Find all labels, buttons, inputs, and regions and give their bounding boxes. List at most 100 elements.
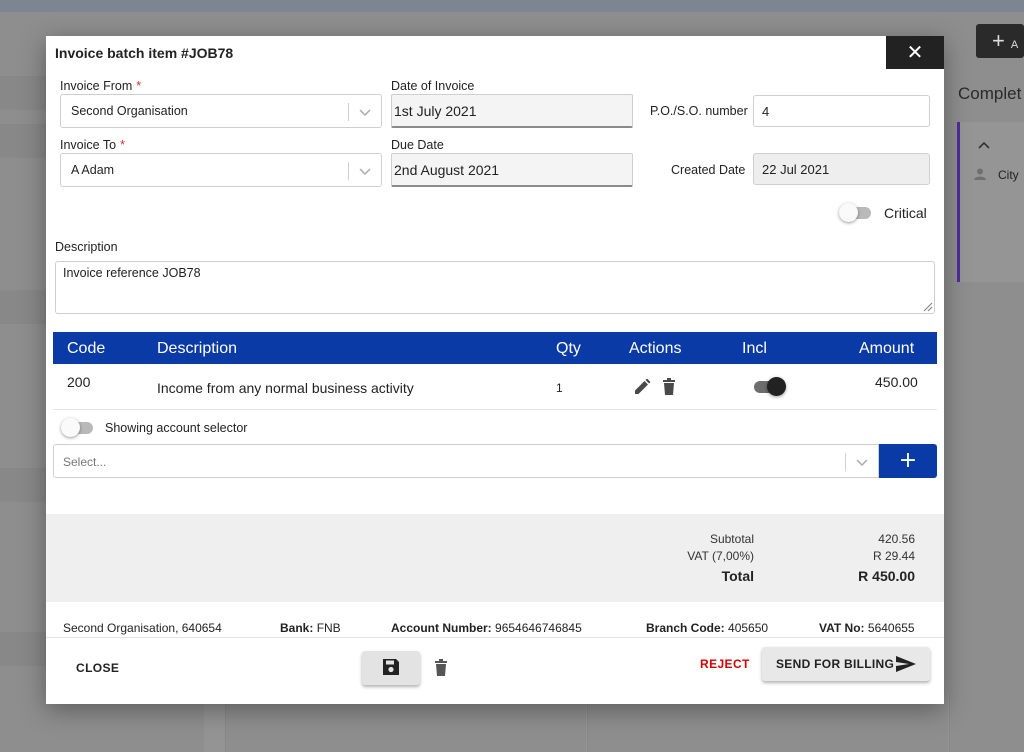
plus-icon[interactable]: + xyxy=(879,444,937,478)
date-of-invoice-label: Date of Invoice xyxy=(391,79,475,93)
select-separator xyxy=(348,103,349,121)
created-date-label: Created Date xyxy=(671,163,746,177)
invoice-from-value: Second Organisation xyxy=(71,104,188,118)
person-icon xyxy=(974,168,986,180)
dialog-title: Invoice batch item #JOB78 xyxy=(55,45,234,61)
bank-info: Second Organisation, 640654 Bank: FNB Ac… xyxy=(46,614,944,638)
description-textarea[interactable]: Invoice reference JOB78 xyxy=(55,261,935,314)
required-mark: * xyxy=(136,79,142,93)
send-for-billing-label: SEND FOR BILLING xyxy=(776,657,895,671)
vat-number-label: VAT No: xyxy=(819,621,865,635)
created-date-input: 22 Jul 2021 xyxy=(753,153,930,185)
dialog-header: Invoice batch item #JOB78 ✕ xyxy=(46,36,944,70)
pencil-icon[interactable] xyxy=(633,378,651,399)
po-number-label: P.O./S.O. number xyxy=(650,104,748,118)
bg-card-item-label: City xyxy=(998,168,1019,182)
account-number-field: Account Number: 9654646746845 xyxy=(391,621,582,635)
due-date-label: Due Date xyxy=(391,138,444,152)
bg-add-label: A xyxy=(1010,39,1019,51)
chevron-down-icon[interactable] xyxy=(359,106,371,118)
app-topbar xyxy=(0,0,1024,12)
line-items-header: Code Description Qty Actions Incl Amount xyxy=(53,332,937,364)
branch-code-label: Branch Code: xyxy=(646,621,725,635)
invoice-from-label: Invoice From * xyxy=(60,79,141,93)
due-date-input[interactable]: 2nd August 2021 xyxy=(391,153,633,187)
bg-column-title: Complet xyxy=(958,84,1022,103)
reject-button[interactable]: REJECT xyxy=(700,657,750,671)
bg-row-band xyxy=(0,468,48,502)
total-value: R 450.00 xyxy=(858,568,915,584)
account-number-value: 9654646746845 xyxy=(495,621,582,635)
invoice-to-select[interactable]: A Adam xyxy=(60,153,382,187)
chevron-down-icon[interactable] xyxy=(359,165,371,177)
select-separator xyxy=(348,162,349,180)
toggle-knob xyxy=(839,203,858,222)
description-value: Invoice reference JOB78 xyxy=(63,266,201,280)
subtotal-label: Subtotal xyxy=(709,532,754,546)
invoice-to-label-text: Invoice To xyxy=(60,138,117,152)
select-separator xyxy=(845,453,846,471)
vat-number-value: 5640655 xyxy=(867,621,915,635)
po-number-input[interactable]: 4 xyxy=(753,95,930,127)
critical-label: Critical xyxy=(884,205,927,221)
incl-toggle[interactable] xyxy=(752,377,786,396)
branch-code-value: 405650 xyxy=(728,621,769,635)
bg-card[interactable]: City xyxy=(957,122,1024,282)
col-qty: Qty xyxy=(556,340,581,357)
table-row: 200 Income from any normal business acti… xyxy=(53,364,937,410)
bg-column xyxy=(948,692,950,752)
account-select[interactable]: Select... xyxy=(53,444,879,478)
due-date-value: 2nd August 2021 xyxy=(394,162,500,178)
chevron-down-icon[interactable] xyxy=(856,456,868,468)
account-number-label: Account Number: xyxy=(391,621,492,635)
trash-icon[interactable] xyxy=(662,378,676,399)
col-actions: Actions xyxy=(629,340,682,357)
invoice-from-select[interactable]: Second Organisation xyxy=(60,94,382,128)
save-icon xyxy=(382,658,400,679)
account-selector-label: Showing account selector xyxy=(105,421,248,435)
organisation-info: Second Organisation, 640654 xyxy=(63,621,222,635)
row-code: 200 xyxy=(67,374,91,390)
invoice-dialog: Invoice batch item #JOB78 ✕ Invoice From… xyxy=(46,36,944,704)
created-date-value: 22 Jul 2021 xyxy=(762,162,830,177)
bg-row-band xyxy=(0,632,48,666)
invoice-to-value: A Adam xyxy=(71,163,115,177)
trash-icon[interactable] xyxy=(434,659,448,680)
resize-grip-icon[interactable] xyxy=(921,300,933,312)
required-mark: * xyxy=(120,138,125,152)
account-selector-toggle[interactable] xyxy=(61,418,95,437)
critical-toggle[interactable] xyxy=(839,203,873,222)
vat-label: VAT (7,00%) xyxy=(687,549,754,563)
col-amount: Amount xyxy=(859,340,915,357)
invoice-from-label-text: Invoice From xyxy=(60,79,133,93)
send-for-billing-button[interactable]: SEND FOR BILLING xyxy=(762,647,930,681)
date-of-invoice-value: 1st July 2021 xyxy=(394,103,477,119)
vat-value: R 29.44 xyxy=(872,549,915,563)
chevron-up-icon[interactable] xyxy=(978,136,990,152)
save-button[interactable] xyxy=(362,651,420,685)
close-button[interactable]: CLOSE xyxy=(76,661,119,675)
bank-value: FNB xyxy=(316,621,341,635)
total-label: Total xyxy=(721,568,754,584)
description-label: Description xyxy=(55,240,118,254)
toggle-knob xyxy=(61,418,80,437)
bg-add-button[interactable]: + A xyxy=(976,24,1024,58)
close-icon[interactable]: ✕ xyxy=(886,36,944,69)
bank-field: Bank: FNB xyxy=(280,621,341,635)
vat-number-field: VAT No: 5640655 xyxy=(819,621,915,635)
bg-row-band xyxy=(0,290,48,324)
bg-card-item: City xyxy=(974,168,1019,182)
totals-panel: Subtotal 420.56 VAT (7,00%) R 29.44 Tota… xyxy=(46,514,944,602)
toggle-knob xyxy=(767,377,786,396)
col-description: Description xyxy=(157,340,238,357)
subtotal-value: 420.56 xyxy=(878,532,915,546)
col-incl: Incl xyxy=(742,340,767,357)
account-select-placeholder: Select... xyxy=(63,455,107,469)
date-of-invoice-input[interactable]: 1st July 2021 xyxy=(391,94,633,128)
invoice-to-label: Invoice To * xyxy=(60,138,125,152)
bg-row-band xyxy=(0,124,48,158)
row-description: Income from any normal business activity xyxy=(157,380,414,396)
col-code: Code xyxy=(67,340,106,357)
branch-code-field: Branch Code: 405650 xyxy=(646,621,768,635)
row-qty: 1 xyxy=(556,381,563,395)
